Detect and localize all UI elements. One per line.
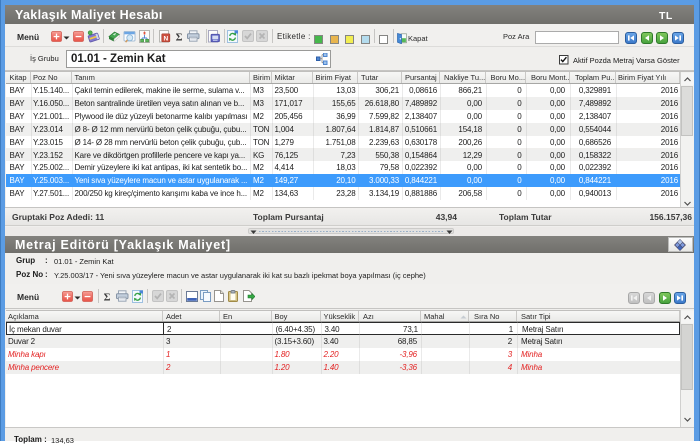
svg-text:Σ: Σ [104, 293, 111, 304]
svg-text:Σ: Σ [176, 33, 183, 44]
svg-text:N: N [163, 35, 168, 42]
